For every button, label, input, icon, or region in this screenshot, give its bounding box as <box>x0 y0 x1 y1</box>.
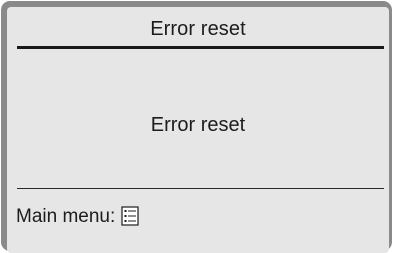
error-reset-message: Error reset <box>150 114 246 136</box>
screen-footer: Main menu: <box>16 204 139 228</box>
menu-list-icon[interactable] <box>121 206 139 226</box>
main-menu-label: Main menu: <box>16 205 116 227</box>
page-title: Error reset <box>150 18 246 40</box>
screen-header: Error reset <box>7 7 389 45</box>
footer-divider <box>17 188 384 189</box>
remote-controller-frame: Error reset Error reset Main menu: <box>1 1 392 253</box>
header-divider <box>17 46 384 49</box>
lcd-screen: Error reset Error reset Main menu: <box>7 7 389 253</box>
